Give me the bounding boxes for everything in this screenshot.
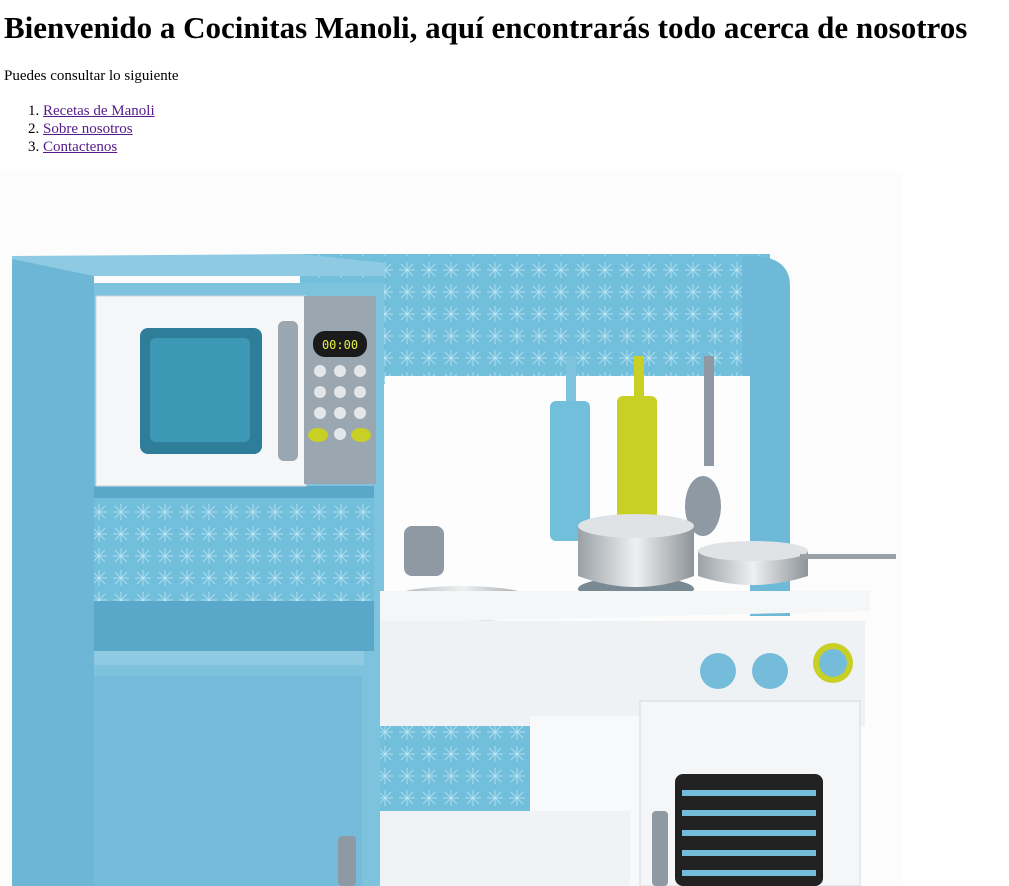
microwave-display: 00:00 xyxy=(322,338,358,352)
intro-text: Puedes consultar lo siguiente xyxy=(4,68,179,84)
toy-kitchen-image: 00:00 xyxy=(0,171,903,886)
list-item: Sobre nosotros xyxy=(43,120,155,138)
link-recetas[interactable]: Recetas de Manoli xyxy=(43,103,155,119)
list-item: Contactenos xyxy=(43,138,155,156)
link-contactenos[interactable]: Contactenos xyxy=(43,139,117,155)
list-item: Recetas de Manoli xyxy=(43,102,155,120)
link-sobre-nosotros[interactable]: Sobre nosotros xyxy=(43,121,133,137)
nav-list: Recetas de Manoli Sobre nosotros Contact… xyxy=(4,102,155,156)
page-title: Bienvenido a Cocinitas Manoli, aquí enco… xyxy=(4,10,968,45)
